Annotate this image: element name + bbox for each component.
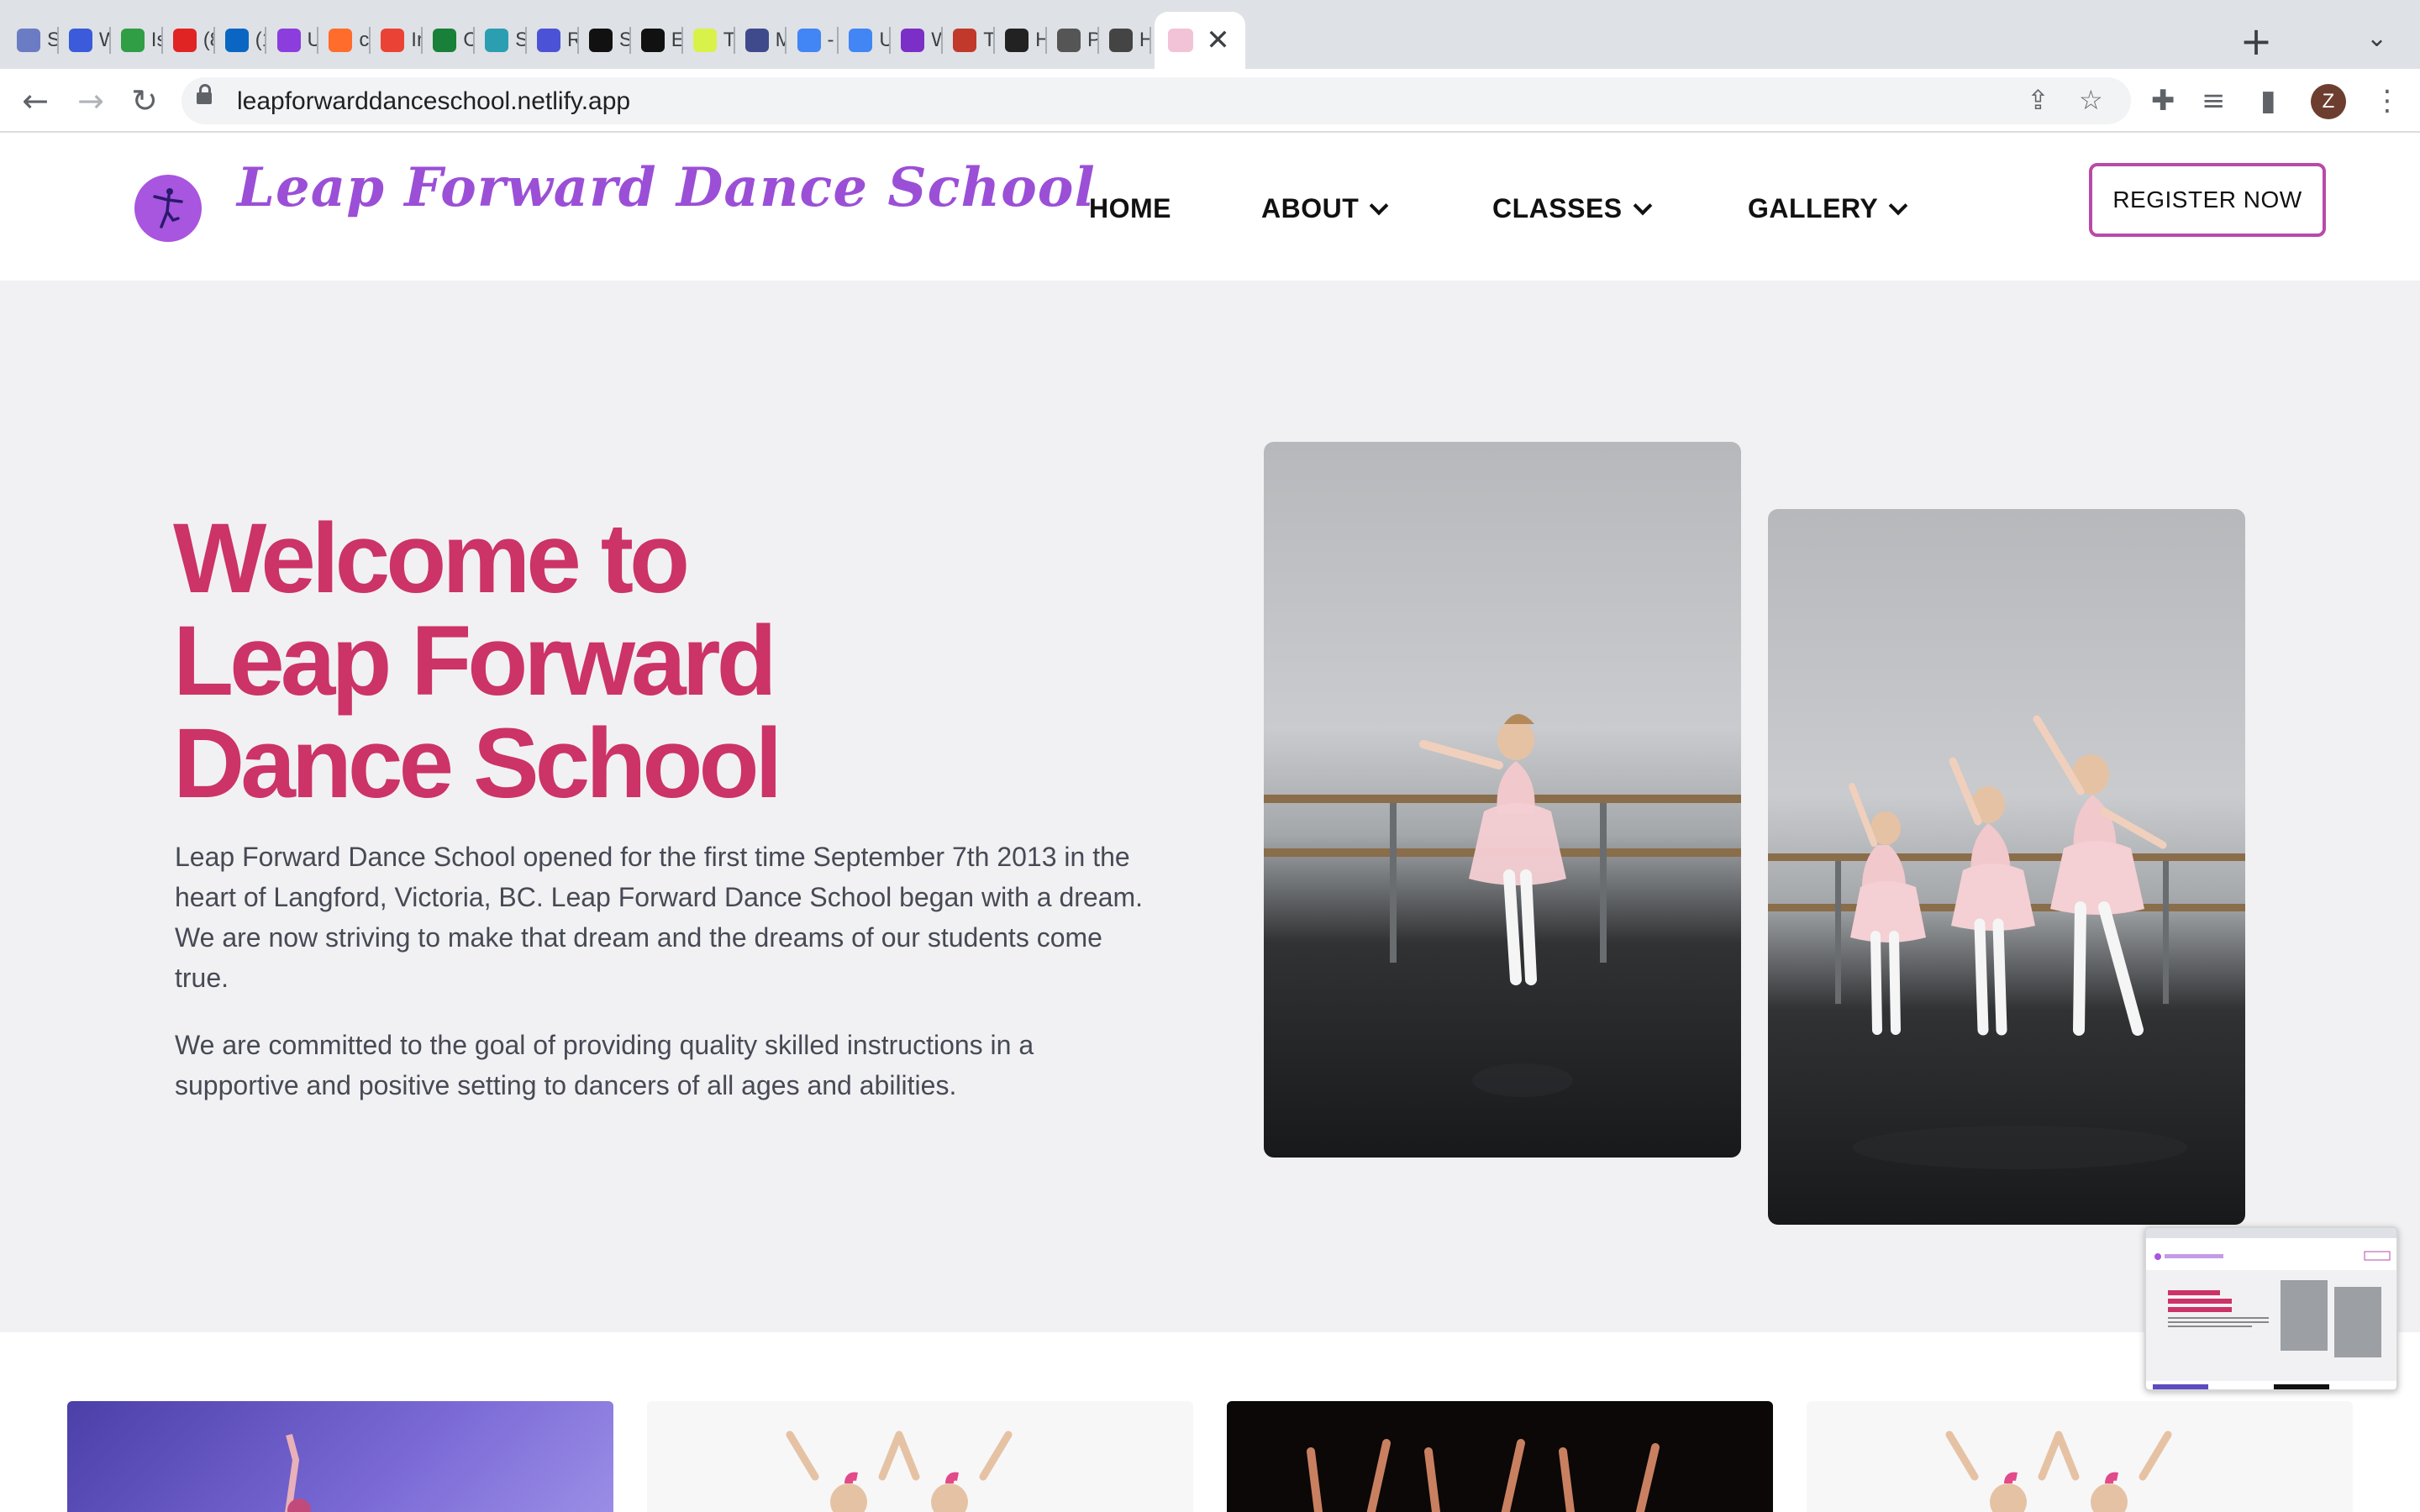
url-text[interactable]: leapforwarddanceschool.netlify.app	[237, 87, 630, 116]
browser-tab[interactable]: cPa	[318, 12, 371, 69]
tab-search-chevron-icon[interactable]: ⌄	[2366, 24, 2387, 53]
nav-classes[interactable]: CLASSES	[1492, 193, 1652, 224]
docs-icon	[849, 29, 873, 52]
github-icon	[640, 29, 665, 52]
tab-separator	[1149, 27, 1151, 54]
back-arrow-icon[interactable]: ←	[15, 81, 55, 121]
class-cards-section	[0, 1332, 2420, 1512]
nav-classes-label: CLASSES	[1492, 193, 1623, 223]
dancer-icon	[1108, 29, 1133, 52]
nav-gallery-label: GALLERY	[1748, 193, 1879, 223]
nav-gallery[interactable]: GALLERY	[1748, 193, 1908, 224]
diamond-icon	[485, 29, 509, 52]
bookmark-star-icon[interactable]: ☆	[2079, 84, 2103, 116]
zs-icon	[537, 29, 560, 52]
browser-tab[interactable]: Pro	[1047, 12, 1099, 69]
forward-arrow-icon[interactable]: →	[71, 81, 111, 121]
udemy-icon	[276, 29, 301, 52]
lock-icon[interactable]	[197, 84, 212, 104]
screenshot-preview-thumbnail[interactable]	[2144, 1226, 2398, 1391]
hero-paragraph-1: Leap Forward Dance School opened for the…	[175, 842, 1144, 993]
reload-icon[interactable]: ↻	[124, 81, 165, 121]
nav-about[interactable]: ABOUT	[1261, 193, 1389, 224]
browser-tab[interactable]: We	[59, 12, 111, 69]
nav-about-label: ABOUT	[1261, 193, 1360, 223]
nav-home[interactable]: HOME	[1089, 193, 1171, 224]
browser-tab[interactable]: Edi	[631, 12, 683, 69]
browser-tab[interactable]: Re	[527, 12, 579, 69]
h-icon	[692, 29, 717, 52]
browser-tab[interactable]: Ud	[267, 12, 319, 69]
browser-tab[interactable]: Co	[423, 12, 476, 69]
browser-tab[interactable]: Unt	[839, 12, 892, 69]
sheets-icon	[433, 29, 457, 52]
browser-tab[interactable]: (83	[163, 12, 215, 69]
cpanel-icon	[329, 29, 353, 52]
ballet-photo-single-dancer	[1264, 442, 1741, 1158]
register-now-button[interactable]: REGISTER NOW	[2089, 163, 2326, 237]
hero-paragraph-2: We are committed to the goal of providin…	[175, 1030, 1034, 1100]
chevron-down-icon	[1369, 196, 1389, 215]
share-icon[interactable]: ⇪	[2027, 84, 2049, 116]
triangle-icon	[744, 29, 769, 52]
side-panel-icon[interactable]: ▮	[2260, 84, 2276, 118]
new-tab-button[interactable]: +	[2235, 20, 2277, 62]
hat-icon	[953, 29, 977, 52]
browser-tab[interactable]: Inb	[371, 12, 424, 69]
browser-tab[interactable]: Sta	[579, 12, 631, 69]
extensions-puzzle-icon[interactable]: ✚	[2151, 84, 2175, 118]
browser-tab[interactable]: The	[683, 12, 735, 69]
browser-tab-strip: + ⌄ SofWeIs ((83(14UdcPaInbCoSiteReStaEd…	[0, 0, 2420, 69]
grid-icon	[1057, 29, 1081, 52]
feather-icon	[17, 29, 40, 52]
site-favicon-icon	[1167, 29, 1193, 52]
browser-tab[interactable]: Sof	[7, 12, 59, 69]
dancer-logo-icon[interactable]	[134, 175, 202, 242]
browser-tab[interactable]: Is (	[111, 12, 163, 69]
ballet-photo-three-dancers	[1768, 509, 2245, 1225]
browser-tab[interactable]: Wo	[891, 12, 944, 69]
browser-tab[interactable]: Ho	[995, 12, 1047, 69]
browser-tab[interactable]: (14	[215, 12, 267, 69]
chop-icon	[1005, 29, 1029, 52]
chevron-down-icon	[1888, 196, 1908, 215]
class-card-image-4[interactable]	[1807, 1401, 2353, 1512]
profile-avatar[interactable]: Z	[2311, 84, 2346, 119]
hero-title-line-1: Welcome to	[173, 503, 690, 614]
kebab-menu-icon[interactable]: ⋮	[2373, 84, 2402, 118]
google-icon	[797, 29, 821, 52]
media-queue-icon[interactable]: ≡	[2202, 84, 2226, 118]
class-card-image-1[interactable]	[67, 1401, 613, 1512]
close-tab-icon[interactable]: ✕	[1206, 24, 1230, 57]
youtube-icon	[172, 29, 197, 52]
nav-home-label: HOME	[1089, 193, 1171, 223]
site-logo-text[interactable]: Leap Forward Dance School	[237, 156, 1096, 219]
w-icon	[901, 29, 925, 52]
bulb-icon	[120, 29, 145, 52]
hero-title-line-2: Leap Forward	[173, 606, 777, 717]
address-bar[interactable]: leapforwarddanceschool.netlify.app ⇪ ☆	[182, 77, 2131, 124]
info-icon	[68, 29, 92, 52]
linkedin-icon	[224, 29, 249, 52]
browser-tab[interactable]: Tris	[943, 12, 996, 69]
browser-tab[interactable]: Site	[475, 12, 527, 69]
browser-tab[interactable]: Ho	[1099, 12, 1151, 69]
class-card-image-3[interactable]	[1227, 1401, 1773, 1512]
browser-tab[interactable]: - G	[787, 12, 839, 69]
website-viewport: Leap Forward Dance School HOME ABOUT CLA…	[0, 133, 2420, 1512]
browser-tab[interactable]: Me	[735, 12, 787, 69]
class-card-image-2[interactable]	[647, 1401, 1193, 1512]
browser-tab-active[interactable]: ✕	[1154, 12, 1245, 69]
hero-title-line-3: Dance School	[173, 708, 782, 819]
site-header: Leap Forward Dance School HOME ABOUT CLA…	[0, 133, 2420, 281]
hero-title: Welcome to Leap Forward Dance School	[173, 507, 929, 815]
gmail-icon	[381, 29, 405, 52]
github-icon	[588, 29, 613, 52]
browser-toolbar: ← → ↻ leapforwarddanceschool.netlify.app…	[0, 69, 2420, 133]
chevron-down-icon	[1633, 196, 1652, 215]
